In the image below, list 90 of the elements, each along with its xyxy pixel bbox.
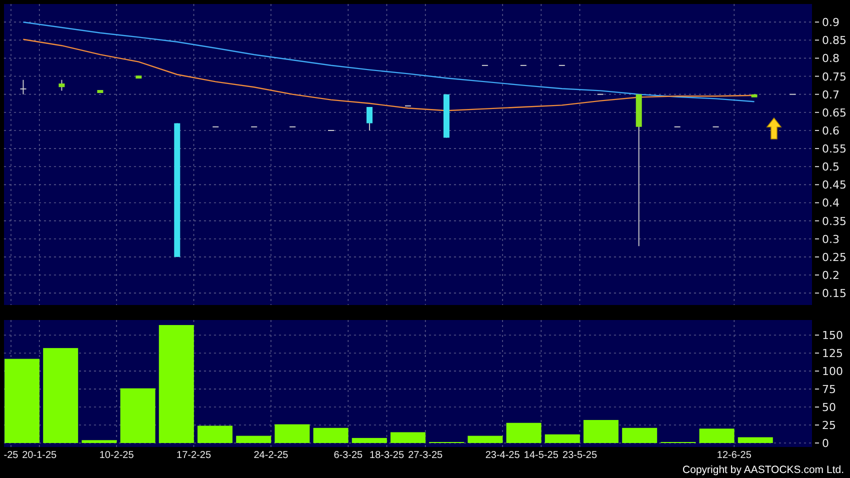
axis-tick-label: 0.7: [814, 88, 840, 102]
axis-tick-label: 0.25: [814, 250, 846, 264]
y-tick-label: 0.9: [822, 16, 840, 30]
y-tick-label: 0.75: [822, 70, 846, 84]
y-tick-label: 125: [822, 347, 843, 360]
axis-tick-label: 0.8: [814, 52, 840, 66]
volume-bar: [584, 420, 618, 443]
candlestick: [366, 106, 373, 131]
axis-tick-label: 0.35: [814, 214, 846, 228]
axis-tick-label: 14-5-25: [524, 450, 558, 461]
y-tick-label: 0.7: [822, 88, 840, 102]
candlestick: [558, 64, 566, 66]
volume-bar: [390, 432, 426, 443]
copyright-text: Copyright by AASTOCKS.com Ltd.: [682, 464, 844, 476]
candlestick: [212, 126, 220, 128]
axis-tick-label: 23-4-25: [485, 450, 520, 461]
axis-tick-label: 6-3-25: [334, 450, 363, 461]
volume-bar: [82, 440, 117, 443]
y-tick-label: 0.8: [822, 52, 840, 66]
axis-tick-label: 23-5-25: [562, 450, 597, 461]
axis-tick-label: 100: [814, 365, 843, 378]
y-tick-label: 0.6: [822, 124, 840, 138]
y-tick-label: 0.4: [822, 196, 840, 210]
axis-tick-label: 0.85: [814, 34, 846, 48]
volume-bar: [352, 438, 387, 443]
volume-bar: [274, 424, 310, 443]
y-tick-label: 0: [822, 437, 829, 450]
axis-tick-label: 0.2: [814, 269, 840, 282]
axis-tick-label: 24-2-25: [254, 450, 288, 461]
candlestick: [97, 90, 104, 94]
candlestick: [789, 94, 796, 95]
y-tick-label: 75: [822, 383, 836, 396]
axis-tick-label: 12-6-25: [716, 450, 752, 461]
candlestick: [404, 105, 412, 106]
axis-tick-label: 17-2-25: [176, 450, 211, 461]
y-tick-label: 100: [822, 365, 843, 378]
y-tick-label: 25: [822, 419, 836, 432]
candlestick: [289, 126, 296, 128]
axis-tick-label: 0.6: [814, 124, 840, 138]
axis-tick-label: 0.4: [814, 196, 840, 210]
up-arrow-icon: [766, 117, 782, 140]
candlestick: [136, 75, 142, 79]
y-tick-label: 0.85: [822, 34, 846, 48]
axis-tick-label: 150: [814, 329, 843, 342]
axis-tick-label: 18-3-25: [370, 450, 404, 461]
y-tick-label: 0.3: [822, 232, 840, 246]
axis-tick-label: 0.3: [814, 232, 840, 246]
axis-tick-label: 125: [814, 347, 843, 360]
y-tick-label: 150: [822, 329, 843, 342]
y-tick-label: 0.65: [822, 106, 846, 120]
candlestick: [751, 94, 758, 98]
y-tick-label: 0.5: [822, 160, 840, 174]
volume-bar: [699, 428, 734, 443]
axis-tick-label: 0.9: [814, 16, 840, 30]
axis-tick-label: 0.75: [814, 70, 846, 84]
axis-tick-label: 20-1-25: [22, 450, 57, 461]
y-tick-label: 0.15: [822, 287, 846, 300]
axis-tick-label: -25: [4, 450, 18, 461]
y-tick-label: 50: [822, 401, 836, 414]
axis-tick-label: 0.15: [814, 287, 846, 300]
volume-bar: [120, 388, 156, 443]
axis-tick-label: 0.55: [814, 142, 846, 156]
axis-tick-label: 50: [814, 401, 836, 414]
candlestick: [481, 64, 488, 66]
y-tick-label: 0.45: [822, 178, 846, 192]
y-tick-label: 0.35: [822, 214, 846, 228]
candlestick: [596, 94, 604, 95]
candlestick: [712, 126, 720, 128]
axis-tick-label: 25: [814, 419, 836, 432]
candlestick: [520, 64, 527, 66]
candlestick: [58, 79, 65, 92]
axis-tick-label: 0.45: [814, 178, 846, 192]
candlestick: [674, 126, 681, 128]
axis-tick-label: 75: [814, 383, 836, 396]
y-tick-label: 0.25: [822, 250, 846, 264]
y-tick-label: 0.2: [822, 269, 840, 282]
axis-tick-label: 10-2-25: [99, 450, 134, 461]
y-tick-label: 0.55: [822, 142, 846, 156]
volume-bar: [622, 428, 658, 443]
volume-bar: [738, 437, 773, 443]
volume-bar: [506, 422, 542, 443]
candlestick: [20, 79, 27, 95]
candlestick: [328, 130, 335, 131]
volume-bar: [198, 426, 232, 443]
axis-tick-label: 0: [814, 437, 829, 450]
axis-tick-label: 0.5: [814, 160, 840, 174]
candlestick: [250, 126, 258, 128]
volume-bar: [313, 428, 348, 443]
axis-tick-label: 0.65: [814, 106, 846, 120]
axis-tick-label: 27-3-25: [408, 450, 443, 461]
